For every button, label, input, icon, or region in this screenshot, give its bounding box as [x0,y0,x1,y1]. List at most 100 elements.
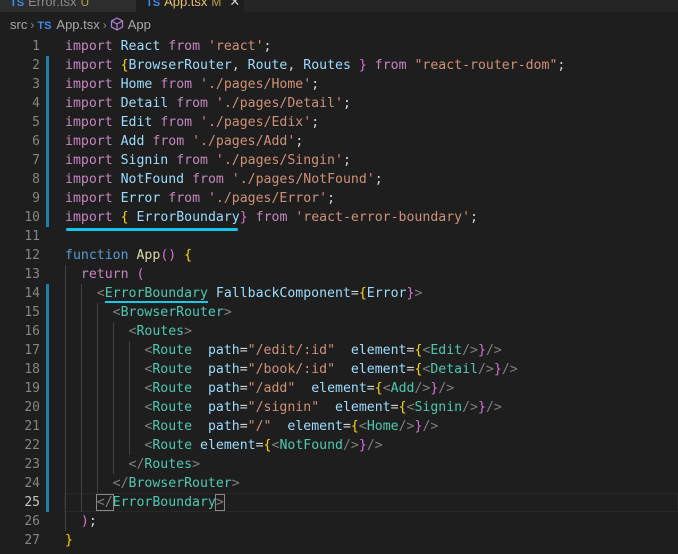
chevron-right-icon: › [102,18,107,32]
line-number: 26 [24,514,40,529]
code-line[interactable]: 7 import Signin from './pages/Singin'; [0,151,678,170]
code-line[interactable]: 4 import Detail from './pages/Detail'; [0,94,678,113]
typescript-file-icon: TS [10,0,25,9]
code-text: import Signin from './pages/Singin'; [65,153,351,168]
code-line[interactable]: 18 <Route path="/book/:id" element={<Det… [0,360,678,379]
code-text: return ( [80,267,145,282]
code-line[interactable]: 14 <ErrorBoundary FallbackComponent={Err… [0,284,678,303]
code-line[interactable]: 16 <Routes> [0,322,678,341]
code-text: </BrowserRouter> [112,476,240,491]
modified-line-indicator [46,398,49,417]
code-text: </Routes> [128,457,201,472]
line-number: 11 [24,229,40,244]
code-text: import {BrowserRouter, Route, Routes } f… [65,58,566,73]
line-number: 23 [24,457,40,472]
code-line[interactable]: 2 import {BrowserRouter, Route, Routes } … [0,56,678,75]
modified-line-indicator [46,208,49,227]
code-line[interactable]: 24 </BrowserRouter> [0,474,678,493]
tab-label: App.tsx [164,0,208,9]
code-text: import { ErrorBoundary} from 'react-erro… [65,210,478,225]
modified-line-indicator [46,284,49,303]
code-line[interactable]: 10 import { ErrorBoundary} from 'react-er… [0,208,678,227]
tab-bar: TS Error.tsx U TS App.tsx M ✕ [0,0,678,12]
line-number: 15 [24,305,40,320]
line-number: 6 [32,134,40,149]
code-line[interactable]: 6 import Add from './pages/Add'; [0,132,678,151]
modified-line-indicator [46,170,49,189]
typescript-file-icon: TS [146,0,161,9]
code-line[interactable]: 19 <Route path="/add" element={<Add/>}/> [0,379,678,398]
chevron-right-icon: › [30,18,35,32]
line-number: 22 [24,438,40,453]
code-line[interactable]: 15 <BrowserRouter> [0,303,678,322]
line-number: 5 [32,115,40,130]
breadcrumb-folder[interactable]: src [10,12,27,38]
close-icon[interactable]: ✕ [229,0,240,9]
code-line[interactable]: 26 ); [0,512,678,531]
line-number: 16 [24,324,40,339]
breadcrumb: src › TS App.tsx › App [0,12,678,38]
code-line[interactable]: 12 function App() { [0,246,678,265]
code-line[interactable]: 5 import Edit from './pages/Edix'; [0,113,678,132]
line-number: 24 [24,476,40,491]
modified-line-indicator [46,303,49,322]
code-text: <ErrorBoundary FallbackComponent={Error}… [96,286,423,303]
modified-line-indicator [46,56,49,75]
modified-line-indicator [46,151,49,170]
line-number: 25 [24,495,40,510]
tab-status-badge: U [80,0,90,9]
modified-line-indicator [46,455,49,474]
code-text: <Route element={<NotFound/>}/> [144,438,383,453]
code-text: ); [80,514,97,529]
code-line[interactable]: 17 <Route path="/edit/:id" element={<Edi… [0,341,678,360]
code-line[interactable]: 9 import Error from './pages/Error'; [0,189,678,208]
code-text: import Error from './pages/Error'; [65,191,336,206]
breadcrumb-symbol[interactable]: App [110,12,151,40]
line-number: 19 [24,381,40,396]
modified-line-indicator [46,322,49,341]
tab-error-tsx[interactable]: TS Error.tsx U [0,0,136,12]
code-text: <Route path="/add" element={<Add/>}/> [144,381,455,396]
modified-line-indicator [46,75,49,94]
line-number: 4 [32,96,40,111]
modified-line-indicator [46,493,49,512]
code-text: <Route path="/" element={<Home/>}/> [144,419,439,434]
code-line[interactable]: 25 </ErrorBoundary> [0,493,678,512]
code-line[interactable]: 3 import Home from './pages/Home'; [0,75,678,94]
typescript-file-icon: TS [37,20,52,32]
code-text: <Routes> [128,324,193,339]
modified-line-indicator [46,474,49,493]
line-number: 17 [24,343,40,358]
code-text: function App() { [65,248,193,263]
code-line[interactable]: 22 <Route element={<NotFound/>}/> [0,436,678,455]
code-text: import Edit from './pages/Edix'; [65,115,320,130]
line-number: 1 [32,39,40,54]
modified-line-indicator [46,379,49,398]
tab-label: Error.tsx [28,0,77,9]
line-number: 13 [24,267,40,282]
breadcrumb-file-label: App.tsx [56,17,100,32]
code-text: </ErrorBoundary> [95,494,225,511]
modified-line-indicator [46,132,49,151]
code-line[interactable]: 8 import NotFound from './pages/NotFound'… [0,170,678,189]
code-editor[interactable]: 1 import React from 'react'; 2 import {Brow… [0,37,678,554]
breadcrumb-symbol-label: App [127,17,151,32]
code-text: <Route path="/signin" element={<Signin/>… [144,400,502,415]
breadcrumb-file[interactable]: TS App.tsx [37,12,99,39]
code-line[interactable]: 21 <Route path="/" element={<Home/>}/> [0,417,678,436]
modified-line-indicator [46,189,49,208]
line-number: 10 [24,210,40,225]
code-text: import Detail from './pages/Detail'; [65,96,351,111]
modified-line-indicator [46,94,49,113]
tab-app-tsx[interactable]: TS App.tsx M ✕ [136,0,244,12]
line-number: 8 [32,172,40,187]
code-line[interactable]: 1 import React from 'react'; [0,37,678,56]
code-line[interactable]: 27} [0,531,678,550]
code-line[interactable]: 23 </Routes> [0,455,678,474]
code-text: <BrowserRouter> [112,305,232,320]
line-number: 12 [24,248,40,263]
code-text: import React from 'react'; [65,39,272,54]
tab-status-badge: M [211,0,222,9]
code-line[interactable]: 20 <Route path="/signin" element={<Signi… [0,398,678,417]
code-line[interactable]: 13 return ( [0,265,678,284]
